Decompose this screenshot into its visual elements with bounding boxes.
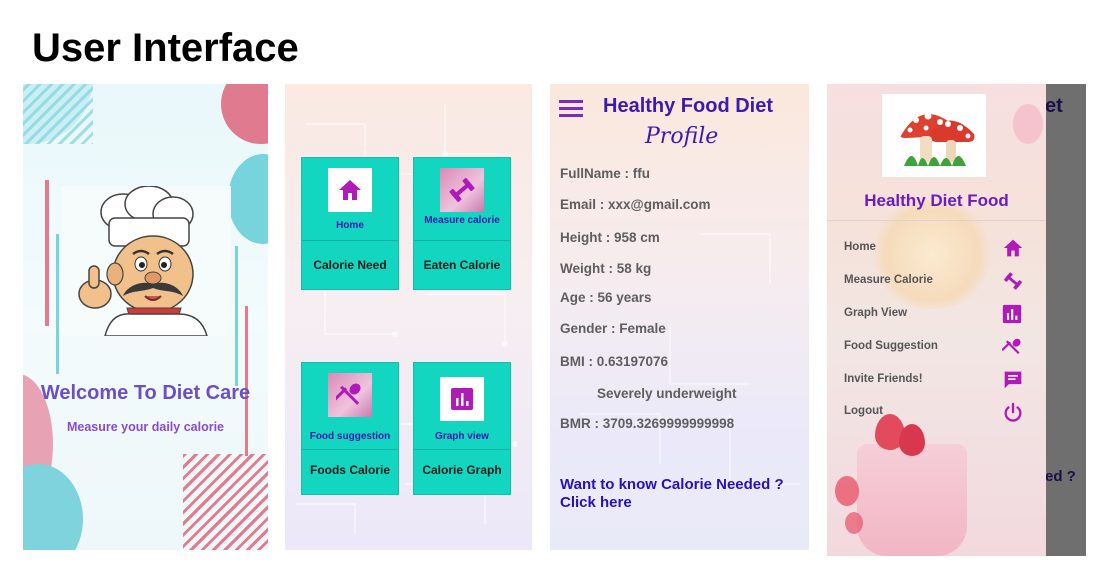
profile-bmi: BMI : 0.63197076	[560, 354, 669, 369]
profile-email: Email : xxx@gmail.com	[560, 197, 711, 212]
tile-caption: Eaten Calorie	[423, 258, 501, 272]
tile-label: Measure calorie	[424, 215, 500, 226]
home-icon	[1002, 238, 1024, 258]
drawer-item-label: Home	[844, 241, 876, 253]
hamburger-menu-icon[interactable]	[559, 100, 583, 118]
welcome-title: Welcome To Diet Care	[40, 382, 251, 404]
decor-bar	[235, 246, 238, 386]
drawer-divider	[827, 220, 1046, 221]
tile-home[interactable]: Home Calorie Need	[301, 157, 399, 290]
tile-label: Graph view	[435, 431, 489, 442]
tile-label: Food suggestion	[309, 431, 391, 442]
profile-screen: Healthy Food Diet Profile FullName : ffu…	[550, 84, 809, 550]
cta-line: Want to know Calorie Needed ?	[560, 476, 784, 493]
bar-chart-icon	[440, 377, 484, 421]
profile-age: Age : 56 years	[560, 290, 652, 305]
drawer-item-invite-friends[interactable]: Invite Friends!	[844, 370, 1022, 390]
calorie-needed-link[interactable]: Want to know Calorie Needed ? Click here	[560, 476, 784, 512]
tile-caption: Calorie Graph	[422, 463, 502, 477]
decor-stripe	[23, 84, 93, 144]
profile-bmr: BMR : 3709.3269999999998	[560, 416, 735, 431]
power-icon	[1002, 402, 1024, 422]
decor-blob	[23, 464, 83, 550]
decor-blob	[228, 154, 268, 244]
drawer-item-food-suggestion[interactable]: Food Suggestion	[844, 337, 1021, 357]
chef-icon	[61, 185, 231, 337]
page-title: Profile	[645, 124, 719, 149]
drawer-item-measure-calorie[interactable]: Measure Calorie	[844, 271, 1022, 291]
home-icon	[328, 168, 372, 212]
mushroom-icon	[882, 94, 986, 177]
fork-spoon-icon	[328, 373, 372, 417]
tile-divider	[414, 449, 510, 450]
drawer-scrim[interactable]	[1041, 84, 1086, 556]
tile-divider	[302, 240, 398, 241]
welcome-subtitle: Measure your daily calorie	[66, 420, 224, 434]
bar-chart-icon	[1002, 304, 1024, 324]
drawer-item-label: Graph View	[844, 307, 908, 319]
decor-bar	[56, 234, 59, 374]
decor-stripe	[183, 454, 268, 550]
tile-caption: Foods Calorie	[309, 463, 390, 477]
profile-fullname: FullName : ffu	[560, 166, 650, 181]
drawer-item-label: Food Suggestion	[844, 340, 938, 352]
drawer-item-graph-view[interactable]: Graph View	[844, 304, 1022, 324]
drawer-item-home[interactable]: Home	[844, 238, 1023, 258]
tile-graph-view[interactable]: Graph view Calorie Graph	[413, 362, 511, 495]
navigation-drawer-screen: et ed ? Healthy Diet Food Home Measure C…	[827, 84, 1086, 556]
tile-divider	[302, 449, 398, 450]
profile-weight: Weight : 58 kg	[560, 261, 652, 276]
profile-gender: Gender : Female	[560, 321, 666, 336]
tile-divider	[414, 240, 510, 241]
bmi-category: Severely underweight	[597, 386, 737, 401]
decor-blob	[221, 84, 268, 144]
drawer-item-logout[interactable]: Logout	[844, 402, 1022, 422]
cta-click-here[interactable]: Click here	[560, 494, 784, 512]
profile-height: Height : 958 cm	[560, 230, 660, 245]
decor-strawberry	[899, 424, 925, 456]
page-heading: User Interface	[32, 26, 299, 70]
app-title: Healthy Food Diet	[603, 95, 774, 117]
navigation-drawer: Healthy Diet Food Home Measure Calorie G…	[827, 84, 1046, 556]
tile-caption: Calorie Need	[313, 258, 387, 272]
dumbbell-icon	[1002, 271, 1024, 291]
behind-app-title: et	[1045, 95, 1063, 117]
decor-drink	[857, 444, 967, 556]
behind-cta: ed ?	[1045, 468, 1076, 485]
dumbbell-icon	[440, 168, 484, 212]
tile-food-suggestion[interactable]: Food suggestion Foods Calorie	[301, 362, 399, 495]
drawer-item-label: Logout	[844, 405, 883, 417]
tile-measure-calorie[interactable]: Measure calorie Eaten Calorie	[413, 157, 511, 290]
tile-label: Home	[336, 220, 364, 231]
message-icon	[1002, 370, 1024, 390]
dashboard-screen: Home Calorie Need Measure calorie Eaten …	[285, 84, 532, 550]
decor-flower	[1013, 104, 1043, 144]
drawer-title: Healthy Diet Food	[864, 191, 1009, 210]
decor-bar	[45, 180, 49, 326]
decor-strawberry	[845, 512, 863, 534]
drawer-item-label: Measure Calorie	[844, 274, 933, 286]
fork-spoon-icon	[1001, 337, 1024, 357]
drawer-item-label: Invite Friends!	[844, 373, 923, 385]
decor-strawberry	[835, 476, 859, 506]
splash-screen: Welcome To Diet Care Measure your daily …	[23, 84, 268, 550]
